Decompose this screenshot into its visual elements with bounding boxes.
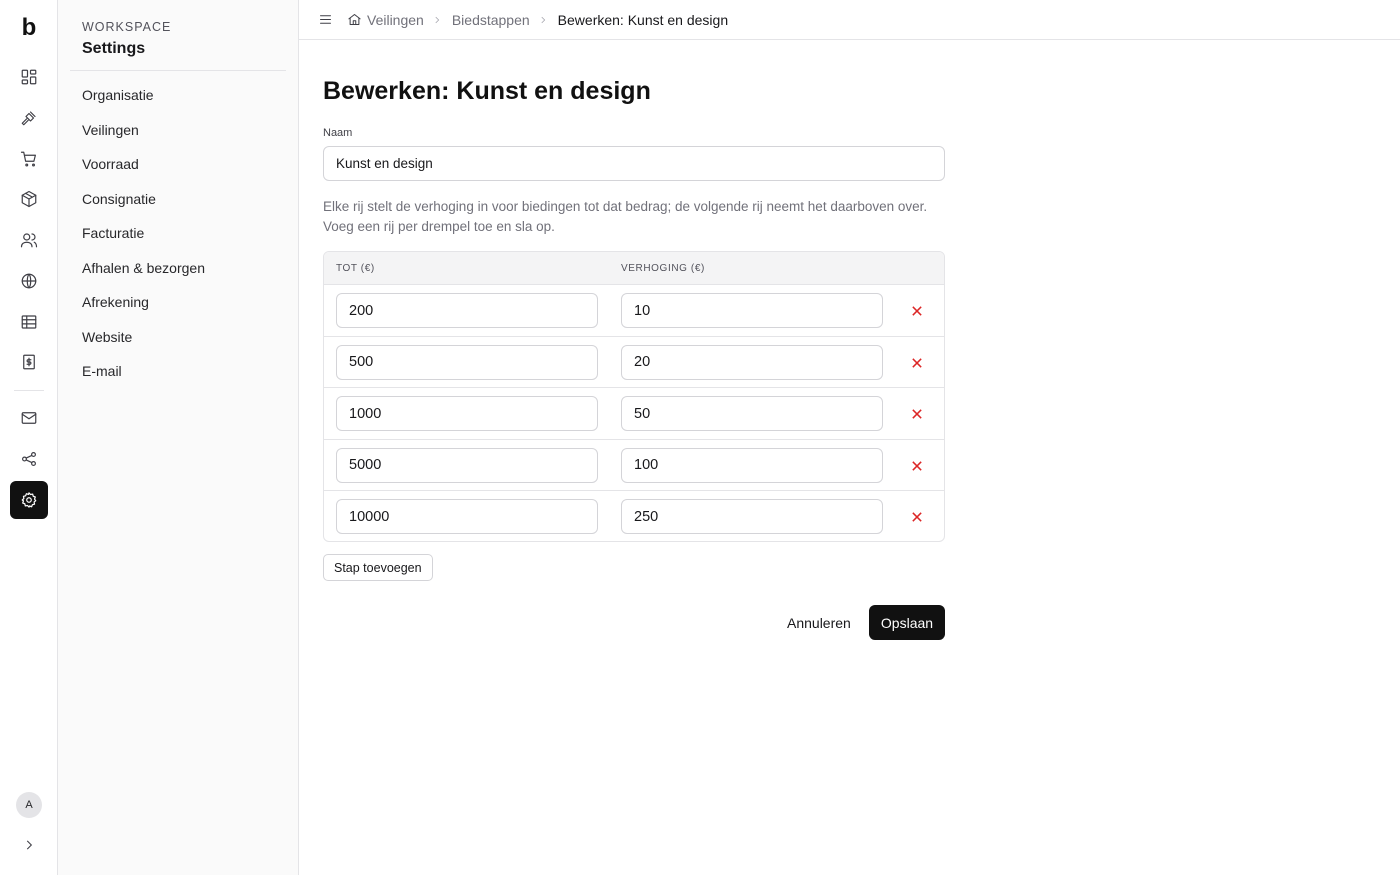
column-header-tot: TOT (€) [336, 263, 375, 274]
chevron-right-icon [538, 14, 550, 26]
remove-row-icon[interactable] [908, 302, 926, 320]
remove-row-icon[interactable] [908, 508, 926, 526]
home-icon[interactable] [346, 12, 362, 28]
remove-row-icon[interactable] [908, 354, 926, 372]
table-row [324, 285, 944, 337]
sidebar-item-facturatie[interactable]: Facturatie [70, 216, 286, 251]
verhoging-input[interactable] [621, 447, 883, 483]
table-header: TOT (€) VERHOGING (€) [324, 252, 944, 285]
icon-rail: b A [0, 0, 58, 875]
table-row [324, 388, 944, 440]
add-step-button[interactable]: Stap toevoegen [323, 554, 433, 581]
gear-icon[interactable] [10, 481, 48, 519]
invoice-icon[interactable] [10, 343, 48, 381]
brand-logo[interactable]: b [0, 14, 58, 42]
sidebar-divider [70, 70, 286, 71]
sidebar-item-consignatie[interactable]: Consignatie [70, 182, 286, 217]
cart-icon[interactable] [10, 140, 48, 178]
sidebar-item-website[interactable]: Website [70, 320, 286, 355]
bid-increment-table: TOT (€) VERHOGING (€) [323, 251, 945, 542]
menu-icon[interactable] [317, 12, 333, 28]
sidebar-eyebrow: WORKSPACE [82, 20, 172, 34]
sidebar-item-organisatie[interactable]: Organisatie [70, 78, 286, 113]
verhoging-input[interactable] [621, 344, 883, 380]
sidebar-title: Settings [82, 40, 146, 57]
table-row [324, 440, 944, 491]
table-row [324, 491, 944, 541]
users-icon[interactable] [10, 221, 48, 259]
chevron-right-icon [432, 14, 444, 26]
verhoging-input[interactable] [621, 293, 883, 328]
breadcrumb-current: Bewerken: Kunst en design [557, 11, 729, 28]
help-text: Elke rij stelt de verhoging in voor bied… [323, 199, 928, 234]
chevron-right-icon[interactable] [10, 826, 48, 864]
sidebar-item-email[interactable]: E-mail [70, 354, 286, 389]
tot-input[interactable] [336, 293, 598, 328]
name-label: Naam [323, 127, 353, 139]
name-input[interactable] [323, 146, 945, 181]
breadcrumb-veilingen[interactable]: Veilingen [367, 12, 424, 28]
verhoging-input[interactable] [621, 396, 883, 431]
sidebar-item-voorraad[interactable]: Voorraad [70, 147, 286, 182]
dashboard-icon[interactable] [10, 58, 48, 96]
sidebar-item-veilingen[interactable]: Veilingen [70, 113, 286, 148]
sidebar-item-afrekening[interactable]: Afrekening [70, 285, 286, 320]
remove-row-icon[interactable] [908, 457, 926, 475]
gavel-icon[interactable] [10, 99, 48, 137]
tot-input[interactable] [336, 499, 598, 534]
settings-sidebar: WORKSPACE Settings Organisatie Veilingen… [58, 0, 299, 875]
top-bar: Veilingen Biedstappen Bewerken: Kunst en… [299, 0, 1400, 40]
sidebar-nav: Organisatie Veilingen Voorraad Consignat… [70, 78, 286, 389]
page-title: Bewerken: Kunst en design [323, 77, 651, 105]
save-button[interactable]: Opslaan [869, 605, 945, 640]
tot-input[interactable] [336, 344, 598, 380]
table-row [324, 337, 944, 388]
verhoging-input[interactable] [621, 499, 883, 534]
cancel-button[interactable]: Annuleren [775, 605, 863, 640]
table-icon[interactable] [10, 303, 48, 341]
package-icon[interactable] [10, 180, 48, 218]
share-icon[interactable] [10, 440, 48, 478]
avatar[interactable]: A [16, 792, 42, 818]
remove-row-icon[interactable] [908, 405, 926, 423]
breadcrumb-biedstappen[interactable]: Biedstappen [452, 12, 530, 28]
globe-icon[interactable] [10, 262, 48, 300]
mail-icon[interactable] [10, 399, 48, 437]
tot-input[interactable] [336, 396, 598, 431]
tot-input[interactable] [336, 447, 598, 483]
rail-divider [14, 390, 44, 391]
sidebar-item-afhalen-bezorgen[interactable]: Afhalen & bezorgen [70, 251, 286, 286]
column-header-verhoging: VERHOGING (€) [621, 263, 705, 274]
